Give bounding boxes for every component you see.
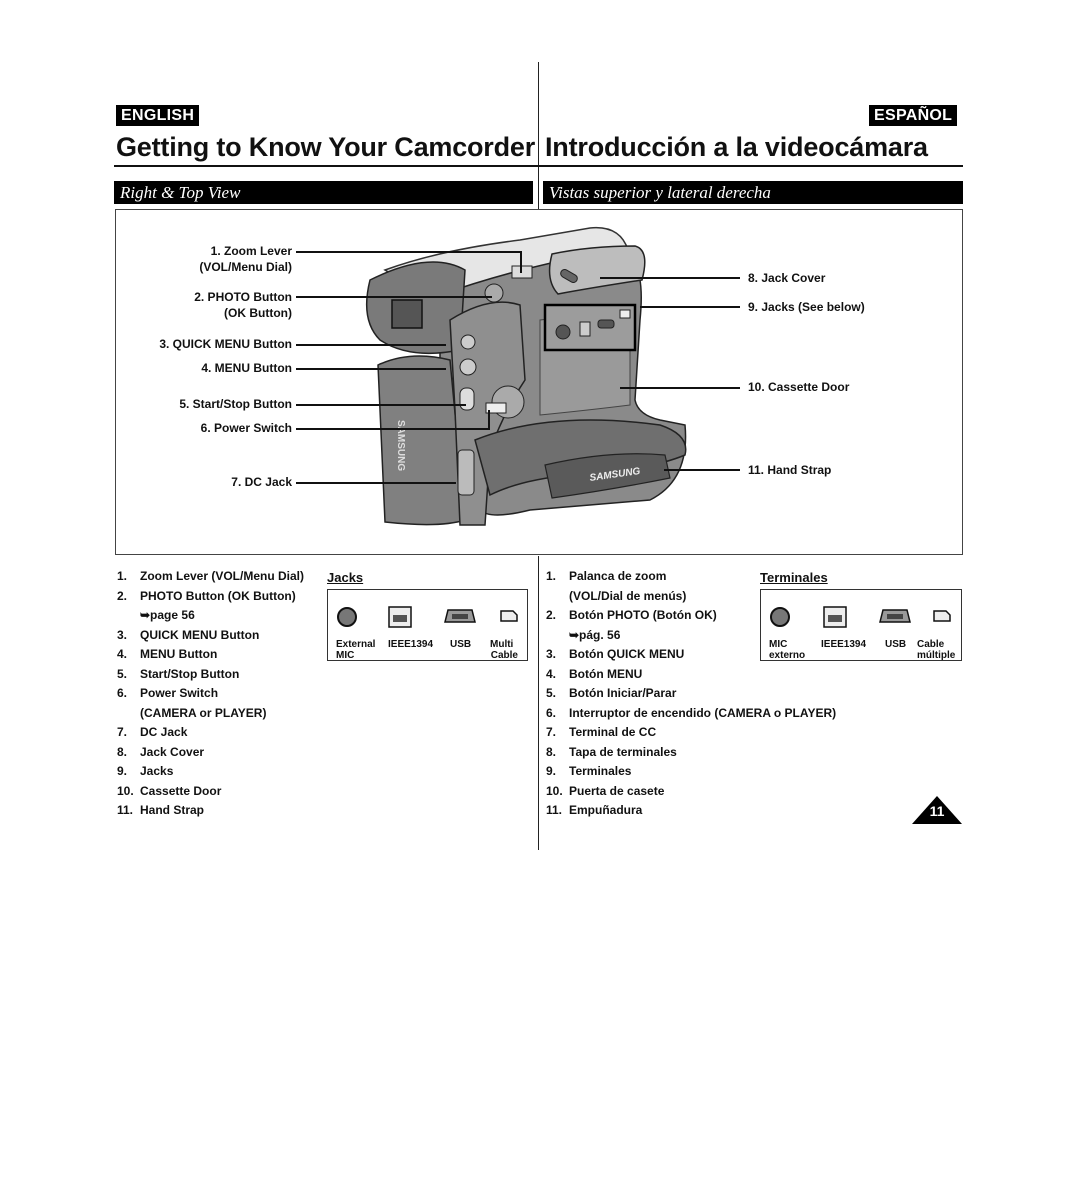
list-item: 5. Botón Iniciar/Parar	[546, 686, 677, 700]
leader-line-power-switch-rise	[488, 410, 490, 430]
english-parts-list: 1. Zoom Lever (VOL/Menu Dial) 2. PHOTO But…	[117, 567, 304, 821]
list-item: 11. Hand Strap	[117, 803, 205, 817]
quick-menu-button-shape	[460, 334, 476, 350]
dv-jack	[579, 321, 591, 337]
column-divider-top	[538, 62, 539, 210]
leader-line-jacks	[640, 306, 740, 308]
callout-quick-menu-button: 3. QUICK MENU Button	[159, 337, 292, 351]
list-item-sub: ➥page 56	[117, 606, 304, 626]
jack-label-ieee1394: IEEE1394	[388, 639, 434, 650]
usb-jack	[597, 319, 615, 329]
page-reference-link[interactable]: ➥page 56	[140, 606, 195, 626]
menu-button-shape	[459, 358, 477, 376]
jack-label-mic-externo: MIC externo	[769, 639, 806, 661]
callout-cassette-door: 10. Cassette Door	[748, 380, 850, 394]
page-reference-link[interactable]: ➥pág. 56	[569, 626, 620, 646]
ieee1394-jack-icon	[388, 606, 412, 628]
callout-zoom-lever: 1. Zoom Lever (VOL/Menu Dial)	[199, 244, 292, 274]
zoom-lever-shape	[511, 265, 533, 279]
leader-line-menu	[296, 368, 446, 370]
callout-jack-cover: 8. Jack Cover	[748, 271, 826, 285]
list-item-sub: (CAMERA or PLAYER)	[140, 705, 267, 720]
english-section-heading: Right & Top View	[114, 181, 533, 204]
leader-line-photo-button	[296, 296, 492, 298]
mic-jack-icon	[337, 607, 357, 627]
list-item: 9. Jacks	[117, 764, 174, 778]
callout-hand-strap: 11. Hand Strap	[748, 463, 832, 477]
list-item: 3. QUICK MENU Button	[117, 627, 260, 642]
spanish-page-title: Introducción a la videocámara	[545, 132, 928, 162]
list-item: 4. MENU Button	[117, 647, 218, 661]
english-language-badge: ENGLISH	[116, 105, 200, 126]
callout-dc-jack: 7. DC Jack	[231, 475, 292, 489]
list-item: 1. Zoom Lever (VOL/Menu Dial)	[117, 569, 305, 583]
list-item: 6. Power Switch	[117, 686, 219, 700]
leader-line-start-stop	[296, 404, 466, 406]
battery-pack	[377, 355, 466, 526]
jacks-heading: Jacks	[327, 570, 364, 585]
multi-cable-jack-icon	[500, 610, 518, 622]
page-number: 11	[929, 803, 945, 819]
list-item: 7. DC Jack	[117, 725, 188, 739]
jack-label-usb: USB	[450, 639, 472, 650]
callout-photo-button: 2. PHOTO Button (OK Button)	[194, 290, 292, 320]
usb-jack-icon	[879, 609, 911, 623]
leader-line-dc-jack	[296, 482, 456, 484]
list-item: 2. PHOTO Button (OK Button)	[117, 588, 296, 603]
usb-jack-icon	[444, 609, 476, 623]
spanish-section-heading: Vistas superior y lateral derecha	[543, 181, 963, 204]
terminales-heading: Terminales	[760, 570, 828, 585]
list-item: 9. Terminales	[546, 764, 632, 778]
callout-menu-button: 4. MENU Button	[201, 361, 292, 375]
leader-line-zoom-lever	[296, 251, 522, 253]
jack-label-ieee1394: IEEE1394	[821, 639, 867, 650]
list-item: 7. Terminal de CC	[546, 725, 657, 739]
leader-line-cassette-door	[620, 387, 740, 389]
leader-line-hand-strap	[664, 469, 740, 471]
leader-line-power-switch	[296, 428, 490, 430]
terminales-panel: MIC externo IEEE1394 USB Cable múltiple	[760, 589, 962, 661]
list-item: 4. Botón MENU	[546, 666, 643, 681]
callout-start-stop-button: 5. Start/Stop Button	[179, 397, 292, 411]
jacks-panel: External MIC IEEE1394 USB Multi Cable	[327, 589, 528, 661]
list-item: 8. Jack Cover	[117, 744, 205, 759]
callout-power-switch: 6. Power Switch	[200, 421, 292, 435]
list-item: 10. Puerta de casete	[546, 783, 665, 798]
photo-button-shape	[484, 283, 504, 303]
english-page-title: Getting to Know Your Camcorder	[116, 132, 536, 162]
leader-line-quick-menu	[296, 344, 446, 346]
ieee1394-jack-icon	[823, 606, 847, 628]
start-stop-button-shape	[459, 387, 475, 411]
list-item: 8. Tapa de terminales	[546, 744, 677, 759]
jack-label-external-mic: External MIC	[336, 639, 376, 661]
jack-label-cable-multiple: Cable múltiple	[917, 639, 956, 661]
column-divider-bottom	[538, 556, 539, 850]
multi-cable-jack-icon	[933, 610, 951, 622]
jack-label-usb: USB	[885, 639, 907, 650]
list-item: 6. Interruptor de encendido (CAMERA o PLA…	[546, 705, 837, 720]
mic-jack-icon	[770, 607, 790, 627]
title-rule	[114, 165, 963, 167]
av-jack	[619, 309, 631, 319]
leader-line-zoom-lever-drop	[520, 251, 522, 273]
mic-jack	[555, 324, 571, 340]
list-item: 11. Empuñadura	[546, 803, 643, 817]
list-item: 10. Cassette Door	[117, 783, 222, 798]
jack-label-multi-cable: Multi Cable	[490, 639, 518, 661]
viewfinder-eyepiece	[391, 299, 423, 329]
callout-jacks: 9. Jacks (See below)	[748, 300, 865, 314]
spanish-language-badge: ESPAÑOL	[869, 105, 958, 126]
dc-jack-cover	[457, 449, 475, 496]
list-item: 5. Start/Stop Button	[117, 666, 240, 681]
leader-line-jack-cover	[600, 277, 740, 279]
